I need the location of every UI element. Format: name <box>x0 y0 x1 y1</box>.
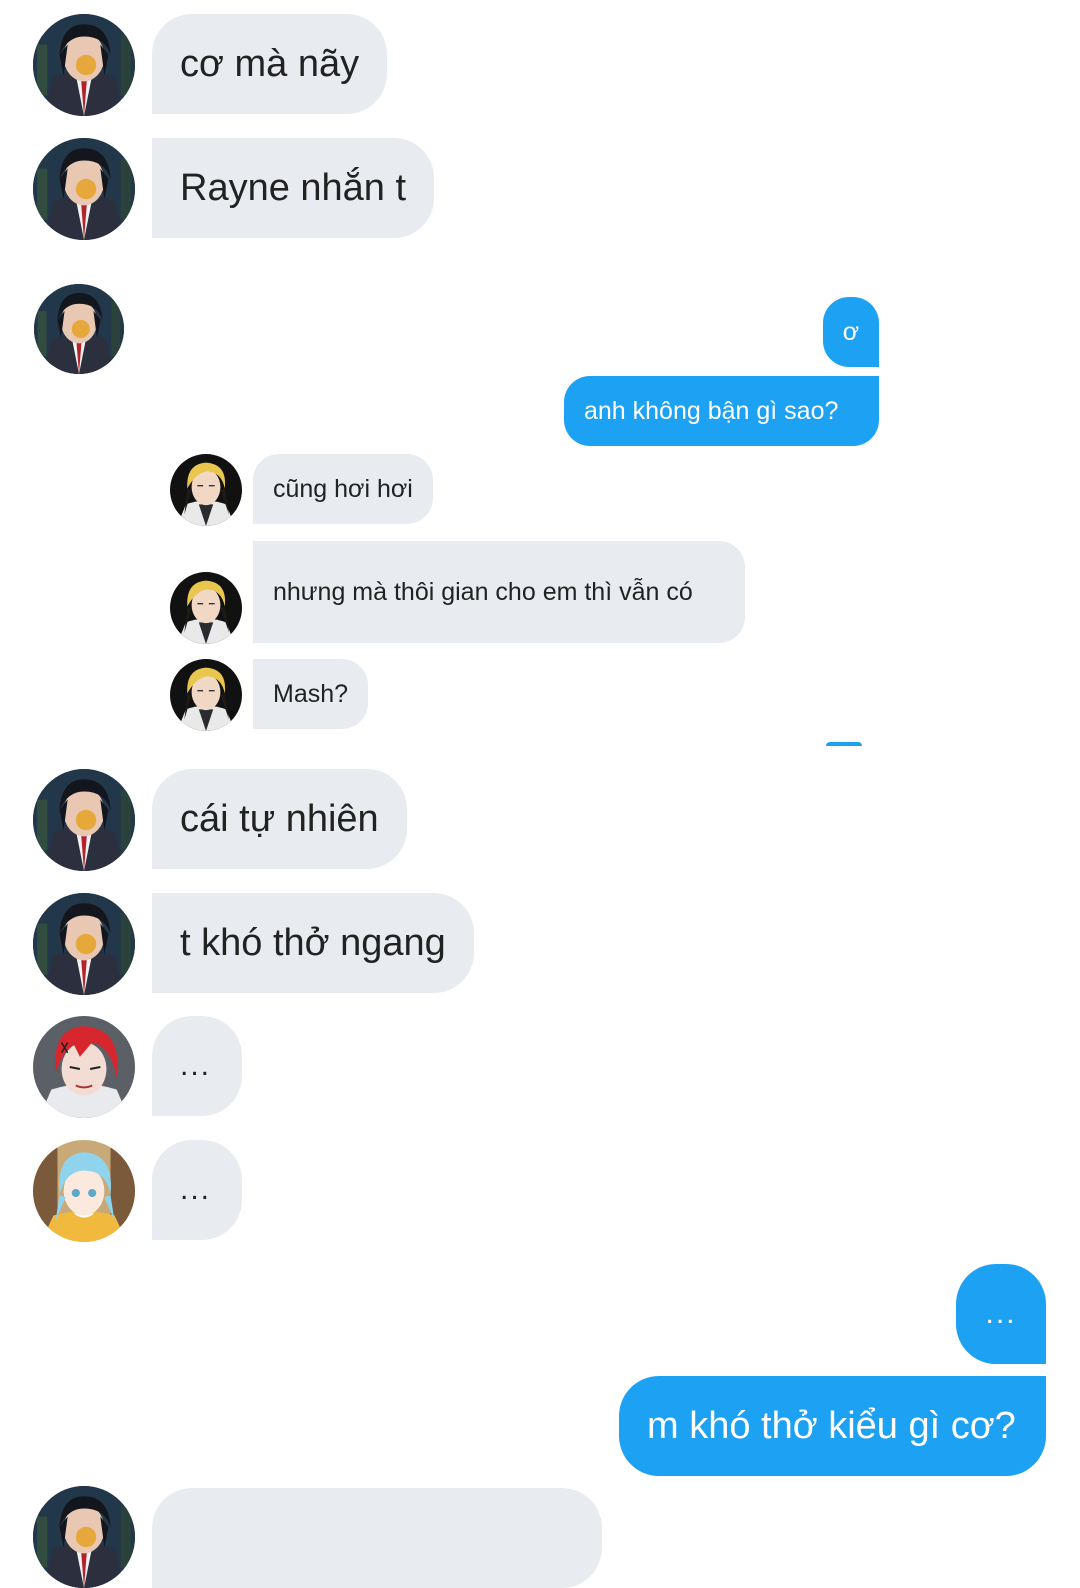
chat-thread: cơ mà nãy Rayne nhắn t ơ anh không bận g… <box>0 0 1080 1588</box>
scroll-indicator <box>826 742 862 746</box>
message-bubble[interactable]: cũng hơi hơi <box>253 454 433 524</box>
blonde-avatar-icon <box>170 659 242 731</box>
message-text: ơ <box>842 317 860 346</box>
message-text: anh không bận gì sao? <box>584 396 839 425</box>
message-bubble[interactable]: Mash? <box>253 659 369 729</box>
message-bubble[interactable]: ... <box>152 1016 242 1116</box>
dark-haired-avatar-icon <box>33 14 135 116</box>
dark-haired-avatar-icon <box>33 769 135 871</box>
avatar-blonde[interactable] <box>170 454 242 526</box>
message-bubble[interactable]: cái tự nhiên <box>152 769 407 869</box>
dark-haired-avatar-icon <box>34 284 124 374</box>
message-bubble[interactable]: Rayne nhắn t <box>152 138 435 238</box>
message-bubble[interactable]: cơ mà nãy <box>152 14 388 114</box>
blonde-avatar-icon <box>170 572 242 644</box>
avatar-blonde[interactable] <box>170 659 242 731</box>
blue-haired-avatar-icon <box>33 1140 135 1242</box>
dark-haired-avatar-icon <box>33 138 135 240</box>
message-text: Mash? <box>273 679 349 708</box>
message-text: cũng hơi hơi <box>273 474 413 503</box>
message-bubble-outgoing[interactable]: ơ <box>823 297 879 367</box>
message-text: m khó thở kiểu gì cơ? <box>647 1404 1016 1447</box>
avatar-dark-haired[interactable] <box>33 769 135 871</box>
dark-haired-avatar-icon <box>33 1486 135 1588</box>
message-bubble-outgoing[interactable]: anh không bận gì sao? <box>564 376 879 446</box>
message-text: ... <box>180 1049 212 1082</box>
message-text: ... <box>985 1297 1017 1330</box>
message-bubble[interactable]: t khó thở ngang <box>152 893 474 993</box>
message-bubble[interactable]: ... <box>152 1140 242 1240</box>
message-text: cơ mà nãy <box>180 42 360 85</box>
red-haired-avatar-icon <box>33 1016 135 1118</box>
avatar-blue-haired[interactable] <box>33 1140 135 1242</box>
message-bubble-outgoing[interactable]: ... <box>956 1264 1046 1364</box>
message-bubble-outgoing[interactable]: m khó thở kiểu gì cơ? <box>619 1376 1046 1476</box>
avatar-dark-haired[interactable] <box>33 138 135 240</box>
message-text: Rayne nhắn t <box>180 166 407 209</box>
message-bubble-partial[interactable] <box>152 1488 602 1588</box>
avatar-dark-haired[interactable] <box>33 893 135 995</box>
message-text: t khó thở ngang <box>180 921 446 964</box>
message-text: nhưng mà thôi gian cho em thì vẫn có <box>273 578 693 606</box>
message-text: cái tự nhiên <box>180 797 379 840</box>
avatar-red-haired[interactable] <box>33 1016 135 1118</box>
avatar-dark-haired[interactable] <box>34 284 124 374</box>
dark-haired-avatar-icon <box>33 893 135 995</box>
message-bubble[interactable]: nhưng mà thôi gian cho em thì vẫn có <box>253 541 745 643</box>
avatar-blonde[interactable] <box>170 572 242 644</box>
blonde-avatar-icon <box>170 454 242 526</box>
avatar-dark-haired[interactable] <box>33 1486 135 1588</box>
message-text: ... <box>180 1173 212 1206</box>
avatar-dark-haired[interactable] <box>33 14 135 116</box>
